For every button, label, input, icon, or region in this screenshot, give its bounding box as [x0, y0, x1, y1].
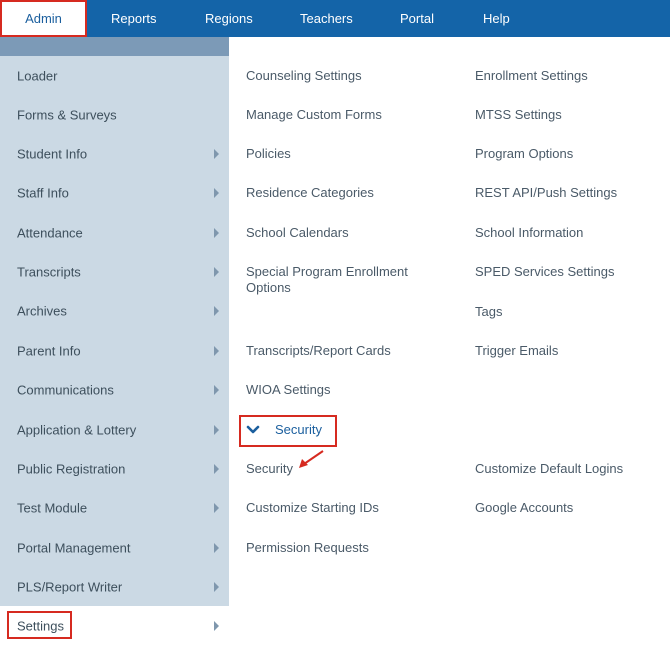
link-residence-categories[interactable]: Residence Categories — [246, 185, 374, 201]
sidebar-cut-item[interactable] — [0, 37, 229, 56]
nav-reports[interactable]: Reports — [111, 0, 157, 37]
nav-portal[interactable]: Portal — [400, 0, 434, 37]
sidebar-item-label: Application & Lottery — [17, 422, 137, 437]
settings-highlight-box — [7, 611, 72, 639]
annotation-arrow-icon — [299, 450, 324, 468]
link-customize-default-logins[interactable]: Customize Default Logins — [475, 461, 623, 477]
sidebar-item-staff-info[interactable]: Staff Info — [0, 173, 229, 212]
top-nav: Admin Reports Regions Teachers Portal He… — [0, 0, 670, 37]
chevron-right-icon — [214, 266, 219, 277]
sidebar-item-label: Forms & Surveys — [17, 107, 117, 122]
sidebar-item-label: Communications — [17, 382, 114, 397]
sidebar-item-parent-info[interactable]: Parent Info — [0, 331, 229, 370]
sidebar-item-label: Student Info — [17, 146, 88, 161]
chevron-right-icon — [214, 463, 219, 474]
nav-teachers[interactable]: Teachers — [300, 0, 353, 37]
link-security[interactable]: Security — [246, 461, 293, 477]
chevron-right-icon — [214, 227, 219, 238]
link-permission-requests[interactable]: Permission Requests — [246, 540, 369, 556]
chevron-right-icon — [214, 621, 219, 631]
chevron-right-icon — [214, 542, 219, 553]
sidebar-item-label: Transcripts — [17, 264, 81, 279]
chevron-down-icon — [246, 425, 260, 434]
link-sped-services-settings[interactable]: SPED Services Settings — [475, 264, 614, 280]
sidebar-item-portal-management[interactable]: Portal Management — [0, 528, 229, 567]
chevron-right-icon — [214, 384, 219, 395]
link-special-program-enrollment-options[interactable]: Special Program Enrollment Options — [246, 264, 436, 296]
sidebar-item-label: Attendance — [17, 225, 83, 240]
sidebar-item-label: Portal Management — [17, 540, 131, 555]
link-mtss-settings[interactable]: MTSS Settings — [475, 107, 562, 123]
link-manage-custom-forms[interactable]: Manage Custom Forms — [246, 107, 382, 123]
chevron-right-icon — [214, 502, 219, 513]
link-google-accounts[interactable]: Google Accounts — [475, 500, 573, 516]
sidebar-item-archives[interactable]: Archives — [0, 291, 229, 330]
sidebar-item-label: Loader — [17, 68, 58, 83]
sidebar-item-forms-surveys[interactable]: Forms & Surveys — [0, 95, 229, 134]
link-enrollment-settings[interactable]: Enrollment Settings — [475, 68, 588, 84]
link-policies[interactable]: Policies — [246, 146, 291, 162]
sidebar-item-label: Public Registration — [17, 461, 126, 476]
sidebar-item-label: PLS/Report Writer — [17, 579, 123, 594]
link-school-calendars[interactable]: School Calendars — [246, 225, 349, 241]
sidebar-item-label: Archives — [17, 303, 67, 318]
sidebar-item-public-registration[interactable]: Public Registration — [0, 449, 229, 488]
chevron-right-icon — [214, 187, 219, 198]
chevron-right-icon — [214, 305, 219, 316]
security-section-title: Security — [275, 422, 322, 437]
chevron-right-icon — [214, 424, 219, 435]
link-program-options[interactable]: Program Options — [475, 146, 573, 162]
link-school-information[interactable]: School Information — [475, 225, 583, 241]
chevron-right-icon — [214, 345, 219, 356]
link-trigger-emails[interactable]: Trigger Emails — [475, 343, 558, 359]
link-rest-api-push-settings[interactable]: REST API/Push Settings — [475, 185, 617, 201]
link-transcripts-report-cards[interactable]: Transcripts/Report Cards — [246, 343, 391, 359]
link-wioa-settings[interactable]: WIOA Settings — [246, 382, 331, 398]
nav-admin[interactable]: Admin — [0, 0, 87, 37]
nav-regions[interactable]: Regions — [205, 0, 253, 37]
sidebar-item-attendance[interactable]: Attendance — [0, 213, 229, 252]
sidebar-item-application-lottery[interactable]: Application & Lottery — [0, 410, 229, 449]
link-counseling-settings[interactable]: Counseling Settings — [246, 68, 362, 84]
sidebar-item-label: Test Module — [17, 500, 88, 515]
link-tags[interactable]: Tags — [475, 304, 502, 320]
nav-help[interactable]: Help — [483, 0, 510, 37]
sidebar-item-loader[interactable]: Loader — [0, 56, 229, 95]
sidebar-item-communications[interactable]: Communications — [0, 370, 229, 409]
sidebar-item-label: Parent Info — [17, 343, 81, 358]
sidebar-item-pls-report-writer[interactable]: PLS/Report Writer — [0, 567, 229, 606]
sidebar-item-test-module[interactable]: Test Module — [0, 488, 229, 527]
chevron-right-icon — [214, 581, 219, 592]
sidebar-item-label: Staff Info — [17, 185, 69, 200]
link-customize-starting-ids[interactable]: Customize Starting IDs — [246, 500, 379, 516]
sidebar-item-transcripts[interactable]: Transcripts — [0, 252, 229, 291]
chevron-right-icon — [214, 148, 219, 159]
sidebar-item-student-info[interactable]: Student Info — [0, 134, 229, 173]
